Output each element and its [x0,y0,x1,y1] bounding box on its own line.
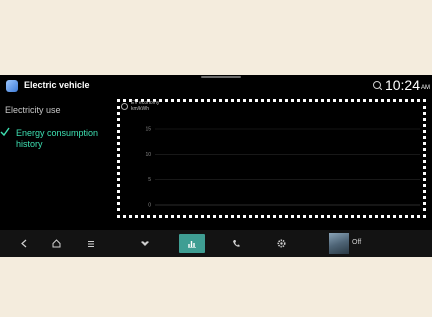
menu-button[interactable] [83,234,99,253]
chart-y-label: EV economy km/kWh [131,100,159,112]
phone-button[interactable] [228,234,244,253]
back-button[interactable] [16,234,32,253]
media-thumbnail[interactable] [329,233,349,254]
chart-icon [188,240,196,248]
media-off-label[interactable]: Off [352,239,361,246]
chart-tab-button[interactable] [179,234,205,253]
climate-button[interactable] [137,234,153,253]
phone-icon [233,240,240,247]
chart-highlight-box [117,99,426,218]
home-button[interactable] [48,234,64,253]
ev-economy-icon [121,103,128,110]
settings-button[interactable] [273,234,289,253]
settings-icon [276,239,286,248]
head-unit-screen: Electric vehicle 10:24 AM Electricity us… [0,75,432,257]
chart-label-line2: km/kWh [131,106,150,112]
climate-fan-icon [141,240,149,246]
bottom-nav-bar: Off [0,230,432,257]
back-icon [21,239,27,248]
home-icon [52,239,60,248]
menu-icon [88,240,94,247]
